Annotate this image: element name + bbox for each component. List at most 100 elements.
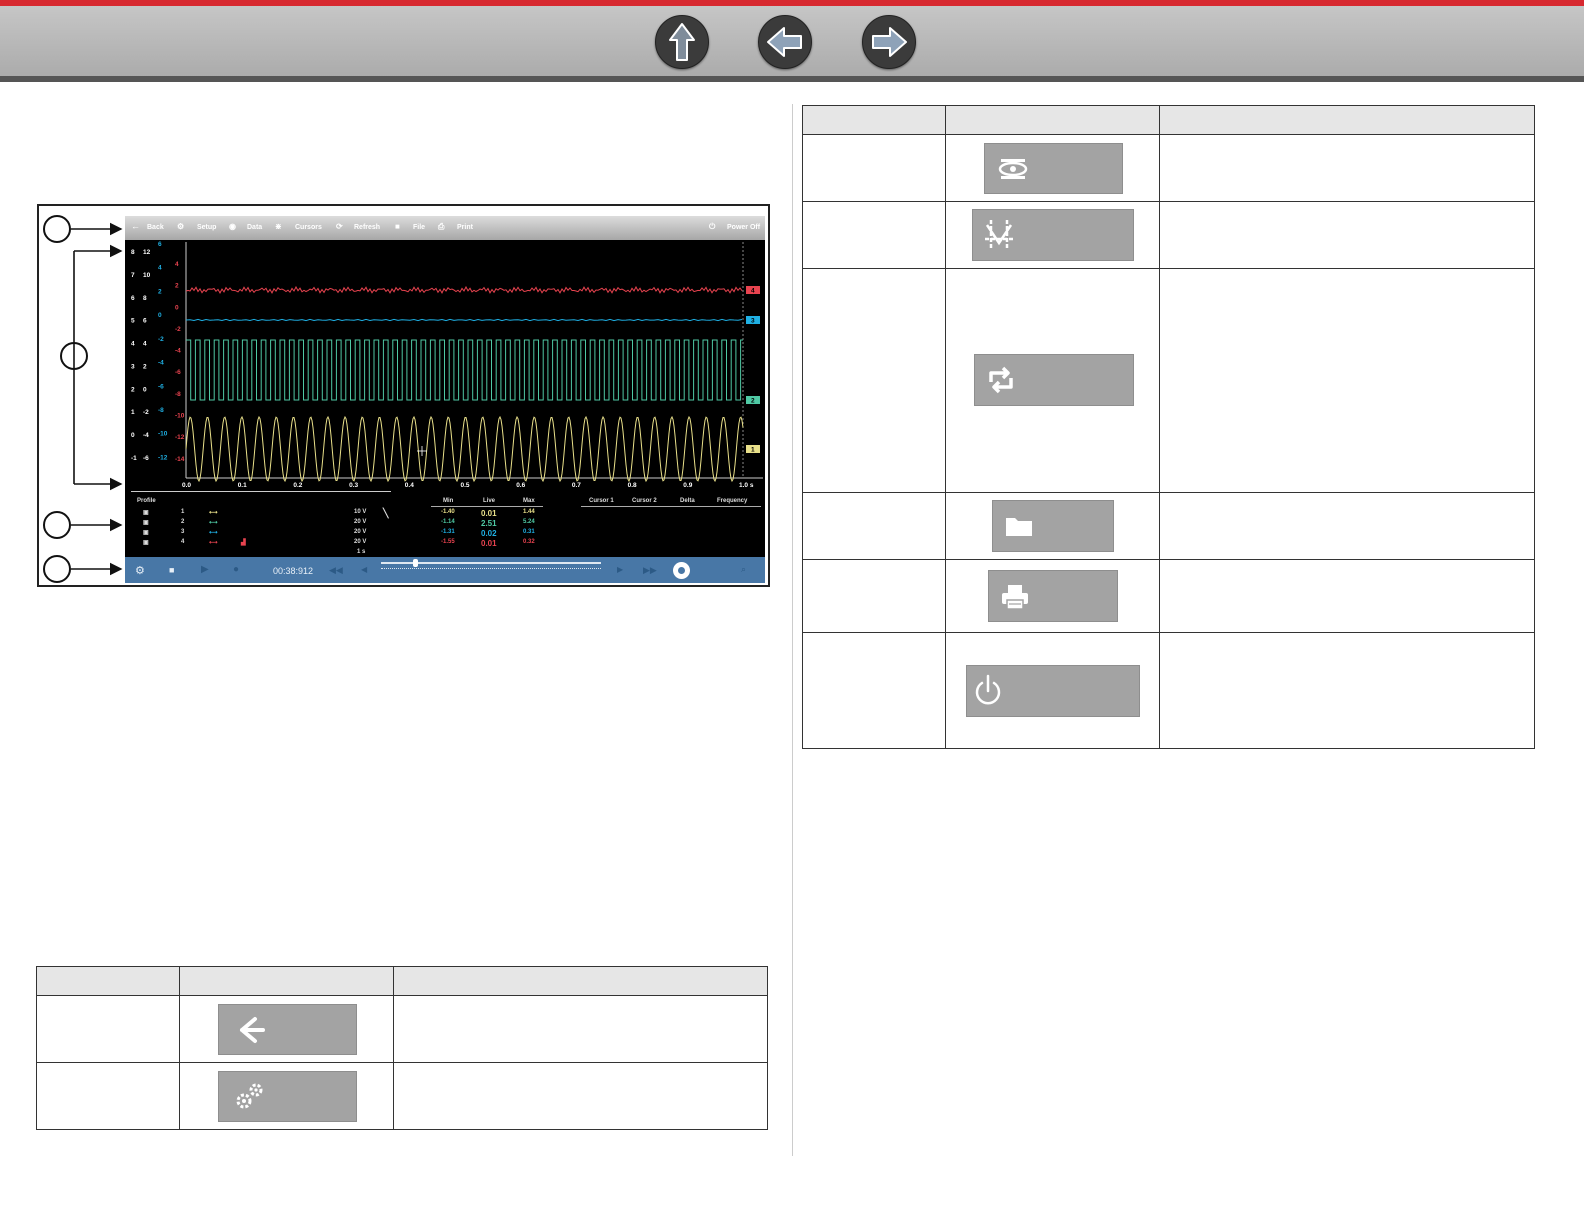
x-tick-label: 0.6 [516, 482, 525, 489]
x-tick-label: 0.1 [238, 482, 247, 489]
gears-icon: ⚙ [177, 222, 185, 231]
eye-toggle-icon[interactable]: ▣ [143, 529, 149, 536]
description-cell [1159, 632, 1535, 749]
channel-3-marker-label: 3 [751, 318, 755, 325]
left-arrow-icon [240, 1017, 265, 1043]
name-cell [802, 268, 946, 493]
fast-forward-icon[interactable]: ▶▶ [643, 565, 657, 576]
name-cell [802, 559, 946, 633]
gears-icon [236, 1083, 263, 1109]
capture-button[interactable] [673, 562, 690, 579]
header-live: Live [483, 498, 496, 504]
channel-row[interactable]: ▣ 4 ⟷ ▟ 20 V -1.55 0.01 0.32 [125, 539, 765, 548]
channel-live: 2.51 [481, 519, 497, 528]
print-button-image [988, 570, 1118, 622]
header-min: Min [443, 498, 454, 504]
data-panel: Profile Min Live Max Cursor 1 Cursor 2 D… [125, 490, 765, 557]
table-row [802, 268, 1535, 493]
printer-icon: ⎙ [438, 222, 445, 231]
setup-button-image [218, 1071, 357, 1122]
channel-1-marker-label: 1 [751, 447, 755, 454]
name-cell [36, 1062, 180, 1130]
y-tick-label: 2 [131, 386, 135, 393]
x-tick-label: 0.3 [349, 482, 358, 489]
scope-screenshot-figure: ← Back ⚙ Setup ◉ Data ⋇ Cursors ⟳ Refres… [37, 204, 770, 587]
toolbar-back[interactable]: Back [147, 224, 164, 231]
trigger-icon: ▟ [241, 540, 246, 546]
y-tick-label: 4 [143, 341, 147, 348]
toolbar-power-off[interactable]: Power Off [727, 224, 760, 231]
folder-icon: ■ [395, 222, 400, 231]
name-cell [802, 492, 946, 560]
cursors-button-image [972, 209, 1134, 261]
toolbar-icons-table-right [802, 105, 1535, 749]
probe-icon: ⟷ [209, 530, 218, 536]
table-row [802, 201, 1535, 269]
channel-max: 5.24 [523, 519, 535, 525]
trigger-slope-icon: ╲ [383, 508, 389, 518]
sweep-value: 1 s [357, 549, 366, 555]
channel-min: -1.55 [441, 539, 455, 545]
table-row [36, 1062, 768, 1130]
toolbar-cursors[interactable]: Cursors [295, 224, 322, 231]
channel-min: -1.31 [441, 529, 455, 535]
rewind-icon[interactable]: ◀◀ [329, 565, 343, 576]
power-icon [975, 674, 1001, 705]
y-tick-label: 0 [131, 432, 135, 439]
eye-icon: ◉ [229, 222, 236, 231]
y-tick-label: -10 [158, 431, 168, 438]
play-icon[interactable]: ▶ [201, 564, 209, 575]
toolbar-setup[interactable]: Setup [197, 224, 216, 231]
y-tick-label: -6 [143, 455, 149, 462]
back-arrow-icon[interactable]: ← [131, 221, 140, 231]
y-tick-label: 0 [175, 304, 179, 311]
next-page-button[interactable] [862, 15, 916, 69]
channel-row[interactable]: ▣ 2 ⟷ 20 V -1.14 2.51 5.24 [125, 519, 765, 528]
zoom-icon[interactable]: ⌕ [741, 564, 746, 575]
table-row [802, 559, 1535, 633]
waveform-plot: 876543210-1121086420-2-4-66420-2-4-6-8-1… [131, 241, 763, 489]
y-tick-label: -12 [175, 434, 185, 441]
step-forward-icon[interactable]: ▶ [617, 565, 623, 574]
settings-gear-icon[interactable]: ⚙ [135, 564, 145, 577]
file-button-image [992, 500, 1114, 552]
record-icon[interactable]: ● [233, 564, 239, 575]
toolbar-refresh[interactable]: Refresh [354, 224, 380, 231]
header-accent-line [0, 0, 1584, 6]
channel-scale: 10 V [354, 509, 367, 515]
icon-cell [945, 559, 1160, 633]
toolbar-data[interactable]: Data [247, 224, 262, 231]
y-tick-label: 1 [131, 409, 135, 416]
scrub-handle[interactable] [413, 559, 418, 567]
step-back-icon[interactable]: ◀ [361, 565, 367, 574]
stop-icon[interactable]: ■ [169, 565, 174, 575]
data-button-image [984, 143, 1123, 194]
eye-toggle-icon[interactable]: ▣ [143, 519, 149, 526]
power-off-button-image [966, 665, 1140, 717]
toolbar-print[interactable]: Print [457, 224, 473, 231]
scrub-ticks [381, 568, 601, 570]
table-row [36, 995, 768, 1063]
channel-number: 1 [181, 509, 185, 515]
channel-max: 1.44 [523, 509, 535, 515]
eye-toggle-icon[interactable]: ▣ [143, 509, 149, 516]
channel-4-marker-label: 4 [751, 288, 755, 295]
eye-toggle-icon[interactable]: ▣ [143, 539, 149, 546]
previous-page-button[interactable] [758, 15, 812, 69]
channel-row[interactable]: ▣ 3 ⟷ 20 V -1.31 0.02 0.31 [125, 529, 765, 538]
channel-scale: 20 V [354, 529, 367, 535]
cursors-icon: ⋇ [275, 222, 282, 231]
channel-scale: 20 V [354, 519, 367, 525]
trace-3-line [185, 318, 743, 322]
channel-row[interactable]: ▣ 1 ⟷ 10 V -1.40 0.01 1.44 [125, 509, 765, 518]
header-cell [945, 105, 1160, 135]
header-cell [36, 966, 180, 996]
x-tick-label: 0.5 [461, 482, 470, 489]
x-tick-label: 0.4 [405, 482, 414, 489]
y-tick-label: -8 [175, 391, 181, 398]
header-bar [0, 0, 1584, 82]
callout-arrows [71, 222, 123, 576]
up-arrow-button[interactable] [655, 15, 709, 69]
toolbar-file[interactable]: File [413, 224, 425, 231]
icon-cell [179, 1062, 394, 1130]
